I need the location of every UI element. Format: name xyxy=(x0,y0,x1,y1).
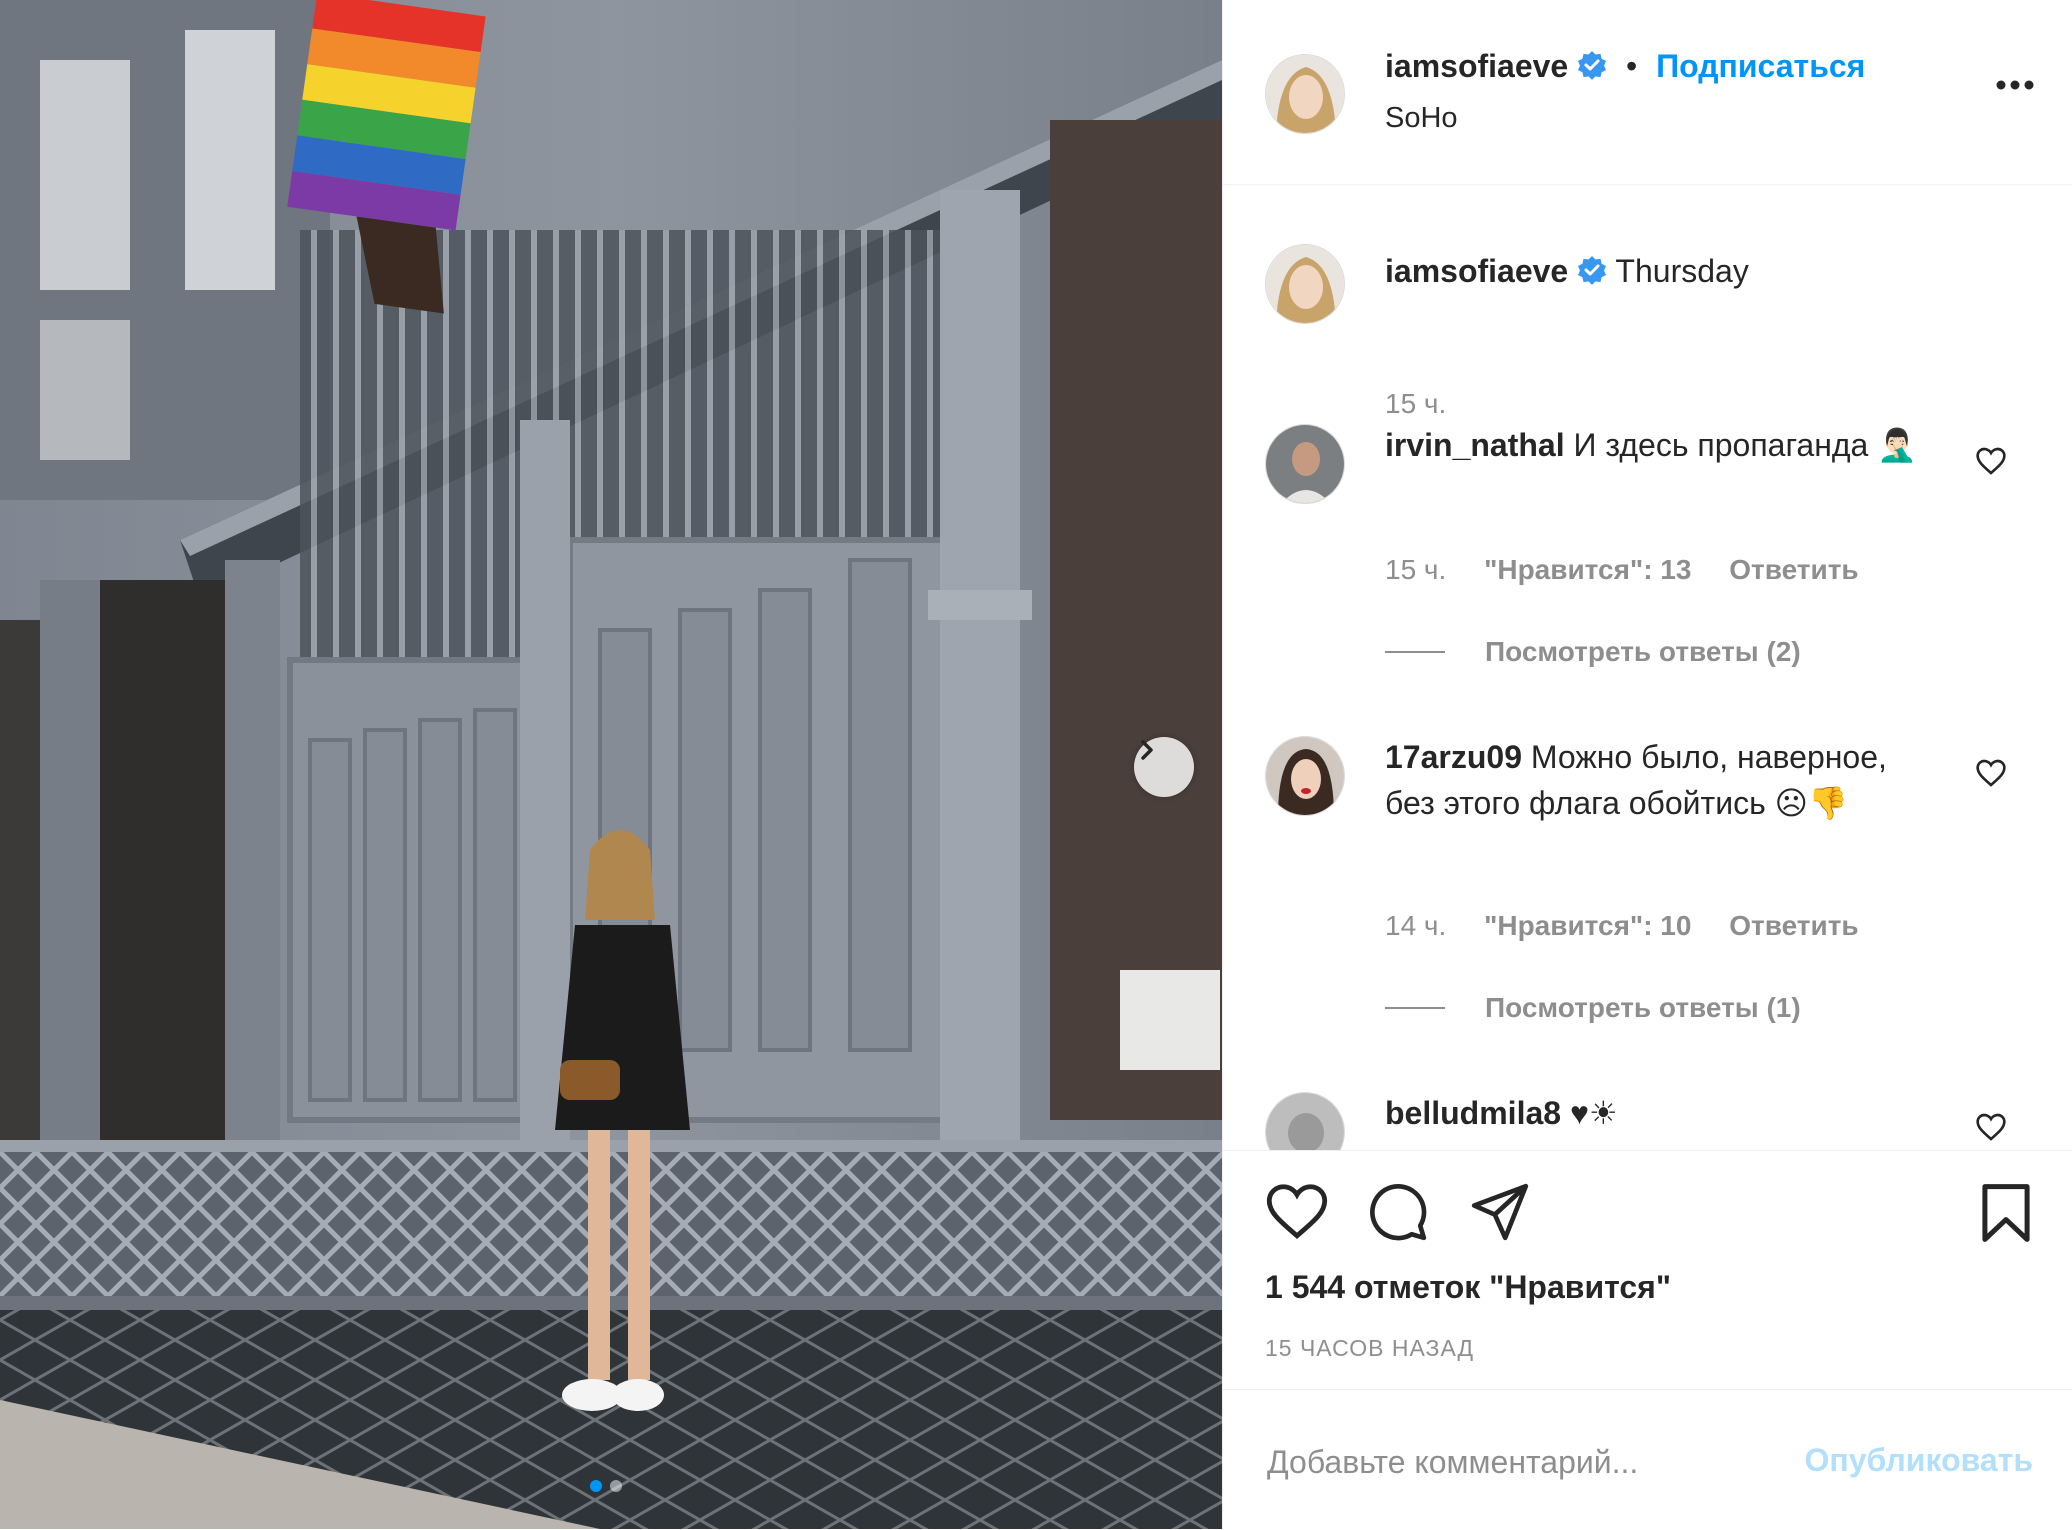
post-image xyxy=(0,0,1222,1529)
comment-icon[interactable] xyxy=(1367,1181,1429,1248)
post-actions: 1 544 отметок "Нравится" 15 ЧАСОВ НАЗАД xyxy=(1223,1150,2072,1389)
view-replies-button[interactable]: Посмотреть ответы (2) xyxy=(1385,636,1801,668)
comment-username[interactable]: irvin_nathal xyxy=(1385,427,1565,463)
more-options-icon[interactable] xyxy=(1995,78,2035,97)
header-separator: • xyxy=(1626,48,1638,84)
post-header: iamsofiaeve • Подписаться SoHo xyxy=(1223,0,2072,185)
carousel-dot-active xyxy=(590,1480,602,1492)
follow-button[interactable]: Подписаться xyxy=(1656,48,1865,84)
chevron-right-icon xyxy=(1141,740,1153,760)
comment-item: irvin_nathal И здесь пропаганда 🤦🏻‍♂️ 15… xyxy=(1265,424,2025,684)
add-comment-bar: Опубликовать xyxy=(1223,1389,2072,1530)
comment-text: ♥☀ xyxy=(1569,1095,1618,1131)
comment-meta: 15 ч. "Нравится": 13 Ответить xyxy=(1385,554,1889,586)
caption-meta: 15 ч. xyxy=(1385,388,1476,420)
caption-text-block: iamsofiaeve Thursday xyxy=(1385,248,2005,297)
comment-text-block: irvin_nathal И здесь пропаганда 🤦🏻‍♂️ xyxy=(1385,422,1925,468)
comment-likes[interactable]: "Нравится": 13 xyxy=(1484,554,1691,585)
comment-item: 17arzu09 Можно было, наверное, без этого… xyxy=(1265,736,2025,1036)
comment-text: И здесь пропаганда 🤦🏻‍♂️ xyxy=(1573,427,1918,463)
publish-button[interactable]: Опубликовать xyxy=(1793,1442,2033,1479)
carousel-dot xyxy=(610,1480,622,1492)
post-sidebar: iamsofiaeve • Подписаться SoHo iamsofiae… xyxy=(1222,0,2072,1529)
commenter-avatar[interactable] xyxy=(1265,736,1345,816)
caption-text: Thursday xyxy=(1615,253,1749,289)
comment-username[interactable]: 17arzu09 xyxy=(1385,739,1522,775)
bookmark-icon[interactable] xyxy=(1977,1181,2035,1250)
comment-text-block: 17arzu09 Можно было, наверное, без этого… xyxy=(1385,734,1925,826)
caption-time[interactable]: 15 ч. xyxy=(1385,388,1446,419)
comment-like-heart-icon[interactable] xyxy=(1975,446,2007,481)
comments-list[interactable]: iamsofiaeve Thursday 15 ч. irvin_nathal … xyxy=(1223,184,2072,1150)
post-photo[interactable] xyxy=(0,0,1222,1529)
paper-plane-icon[interactable] xyxy=(1469,1181,1531,1248)
header-line: iamsofiaeve • Подписаться xyxy=(1385,48,1865,88)
comment-meta: 14 ч. "Нравится": 10 Ответить xyxy=(1385,910,1889,942)
caption-avatar[interactable] xyxy=(1265,244,1345,324)
likes-count[interactable]: 1 544 отметок "Нравится" xyxy=(1265,1269,1671,1306)
comment-like-heart-icon[interactable] xyxy=(1975,758,2007,793)
comment-text-block: belludmila8 ♥☀ xyxy=(1385,1090,1925,1136)
commenter-avatar[interactable] xyxy=(1265,424,1345,504)
replies-divider xyxy=(1385,651,1445,653)
verified-badge-icon xyxy=(1577,251,1607,297)
like-heart-icon[interactable] xyxy=(1265,1181,1329,1246)
comment-username[interactable]: belludmila8 xyxy=(1385,1095,1561,1131)
comment-time[interactable]: 14 ч. xyxy=(1385,910,1446,941)
view-replies-label: Посмотреть ответы (1) xyxy=(1485,992,1801,1023)
view-replies-label: Посмотреть ответы (2) xyxy=(1485,636,1801,667)
reply-button[interactable]: Ответить xyxy=(1729,554,1858,585)
verified-badge-icon xyxy=(1577,50,1607,88)
commenter-avatar[interactable] xyxy=(1265,1092,1345,1150)
replies-divider xyxy=(1385,1007,1445,1009)
view-replies-button[interactable]: Посмотреть ответы (1) xyxy=(1385,992,1801,1024)
post-location[interactable]: SoHo xyxy=(1385,102,1458,135)
caption-username[interactable]: iamsofiaeve xyxy=(1385,253,1568,289)
author-username[interactable]: iamsofiaeve xyxy=(1385,48,1568,84)
comment-input[interactable] xyxy=(1265,1438,1789,1486)
comment-item: belludmila8 ♥☀ xyxy=(1265,1092,2025,1150)
reply-button[interactable]: Ответить xyxy=(1729,910,1858,941)
comment-time[interactable]: 15 ч. xyxy=(1385,554,1446,585)
next-slide-button[interactable] xyxy=(1134,737,1194,797)
comment-likes[interactable]: "Нравится": 10 xyxy=(1484,910,1691,941)
post-time-ago[interactable]: 15 ЧАСОВ НАЗАД xyxy=(1265,1335,1474,1362)
author-avatar[interactable] xyxy=(1265,54,1345,134)
post-caption: iamsofiaeve Thursday 15 ч. xyxy=(1265,244,2025,419)
comment-like-heart-icon[interactable] xyxy=(1975,1112,2007,1147)
carousel-indicator xyxy=(590,1480,622,1492)
